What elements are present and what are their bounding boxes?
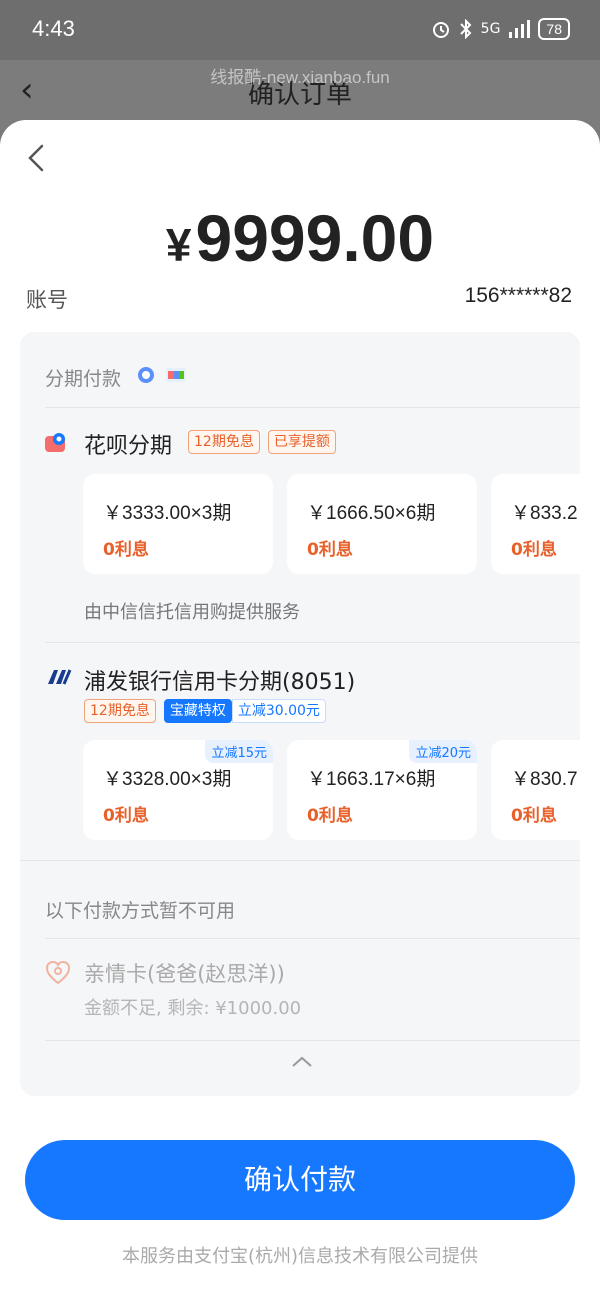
spdb-plan-6[interactable]: 立减20元 ￥1663.17×6期 0利息 <box>287 740 477 840</box>
watermark: 线报酷-new.xianbao.fun <box>210 68 390 87</box>
spdb-logo-icon <box>48 669 72 685</box>
plan-amount: ￥1666.50×6期 <box>307 503 436 524</box>
plan-amount: ￥833.2 <box>511 503 578 524</box>
plan-amount: ￥830.7 <box>511 769 578 790</box>
battery-indicator: 78 <box>538 18 570 40</box>
plan-interest: 0利息 <box>307 540 353 560</box>
huabei-mini-icon <box>138 367 154 383</box>
divider <box>45 938 580 939</box>
plan-amount: ￥3328.00×3期 <box>103 769 232 790</box>
plan-discount-badge: 立减15元 <box>205 740 273 763</box>
confirm-payment-button[interactable]: 确认付款 <box>25 1140 575 1220</box>
tag-credit-raised: 已享提额 <box>267 430 336 454</box>
status-icons: 5G 78 <box>431 18 570 40</box>
tag-discount: 立减30.00元 <box>231 699 326 723</box>
payment-amount: ¥9999.00 <box>0 200 600 276</box>
alarm-icon <box>432 22 449 38</box>
kinship-card-note: 金额不足, 剩余: ¥1000.00 <box>84 998 302 1019</box>
amount-value: 9999.00 <box>195 201 435 275</box>
huabei-title[interactable]: 花呗分期 <box>84 428 172 460</box>
divider <box>45 642 580 643</box>
plan-interest: 0利息 <box>103 540 149 560</box>
installment-section-icons <box>135 366 187 384</box>
network-type: 5G <box>480 21 501 37</box>
payment-sheet: ¥9999.00 账号 156******82 分期付款 花呗分期 12期免息 … <box>0 120 600 1300</box>
plan-amount: ￥3333.00×3期 <box>103 503 232 524</box>
back-icon[interactable] <box>22 138 52 178</box>
divider <box>45 407 580 408</box>
footer-disclaimer: 本服务由支付宝(杭州)信息技术有限公司提供 <box>121 1246 479 1267</box>
spdb-title[interactable]: 浦发银行信用卡分期(8051) <box>84 664 355 696</box>
status-bar: 4:43 5G 78 <box>0 0 600 60</box>
unionpay-mini-icon <box>166 368 186 382</box>
huabei-plan-12[interactable]: ￥833.2 0利息 <box>491 474 580 574</box>
tag-interest-free: 12期免息 <box>188 430 260 454</box>
huabei-plan-6[interactable]: ￥1666.50×6期 0利息 <box>287 474 477 574</box>
divider <box>20 860 580 861</box>
plan-interest: 0利息 <box>307 806 353 826</box>
plan-interest: 0利息 <box>103 806 149 826</box>
signal-icon <box>509 20 531 38</box>
tag-interest-free: 12期免息 <box>84 699 156 723</box>
huabei-tags: 12期免息 已享提额 <box>188 430 336 454</box>
account-label: 账号 <box>26 288 68 312</box>
kinship-card-icon <box>45 960 71 985</box>
spdb-plan-3[interactable]: 立减15元 ￥3328.00×3期 0利息 <box>83 740 273 840</box>
plan-interest: 0利息 <box>511 806 557 826</box>
chevron-up-icon[interactable] <box>290 1054 314 1070</box>
installment-section-title: 分期付款 <box>45 368 122 390</box>
payment-methods-panel: 分期付款 花呗分期 12期免息 已享提额 ￥3333.00×3期 0利息 ￥16… <box>20 332 580 1096</box>
huabei-provider: 由中信信托信用购提供服务 <box>84 602 300 623</box>
spdb-tags: 12期免息 宝藏特权 立减30.00元 <box>84 699 326 723</box>
divider <box>45 1040 580 1041</box>
spdb-plans: 立减15元 ￥3328.00×3期 0利息 立减20元 ￥1663.17×6期 … <box>83 740 580 840</box>
account-value: 156******82 <box>464 284 572 307</box>
plan-interest: 0利息 <box>511 540 557 560</box>
plan-amount: ￥1663.17×6期 <box>307 769 436 790</box>
huabei-logo-icon <box>45 433 65 452</box>
status-time: 4:43 <box>32 16 75 41</box>
spdb-plan-12[interactable]: ￥830.7 0利息 <box>491 740 580 840</box>
currency-symbol: ¥ <box>165 219 192 271</box>
huabei-plans: ￥3333.00×3期 0利息 ￥1666.50×6期 0利息 ￥833.2 0… <box>83 474 580 574</box>
huabei-plan-3[interactable]: ￥3333.00×3期 0利息 <box>83 474 273 574</box>
plan-discount-badge: 立减20元 <box>409 740 477 763</box>
kinship-card-title: 亲情卡(爸爸(赵思洋)) <box>84 962 285 986</box>
bluetooth-icon <box>459 19 472 39</box>
tag-treasure-privilege: 宝藏特权 <box>163 699 232 723</box>
unavailable-section-title: 以下付款方式暂不可用 <box>45 900 236 922</box>
